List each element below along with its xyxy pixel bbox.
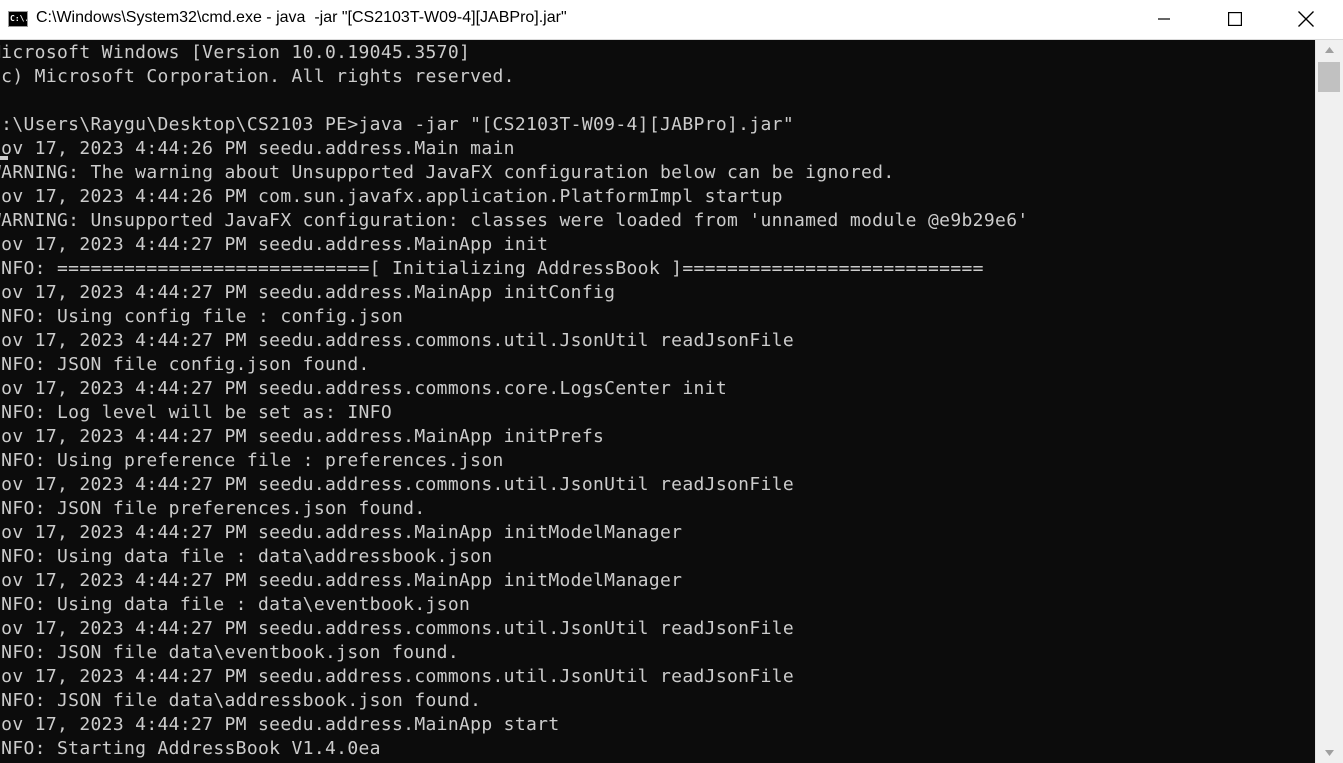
title-bar[interactable]: C:\. C:\Windows\System32\cmd.exe - java … [0, 0, 1343, 40]
console-line: (c) Microsoft Corporation. All rights re… [0, 66, 515, 87]
console-line: INFO: JSON file preferences.json found. [0, 498, 426, 519]
arrow-up-icon [1325, 47, 1334, 53]
close-button[interactable] [1283, 0, 1329, 38]
arrow-down-icon [1325, 750, 1334, 756]
console-line: WARNING: Unsupported JavaFX configuratio… [0, 210, 1029, 231]
scroll-up-button[interactable] [1316, 40, 1343, 60]
cmd-app-icon[interactable]: C:\. [8, 11, 28, 27]
maximize-icon [1228, 12, 1242, 26]
console-line: INFO: Log level will be set as: INFO [0, 402, 393, 423]
console-line: C:\Users\Raygu\Desktop\CS2103 PE>java -j… [0, 114, 795, 135]
console-line: Nov 17, 2023 4:44:27 PM seedu.address.Ma… [0, 426, 605, 447]
console-line: INFO: Using preference file : preference… [0, 450, 504, 471]
scroll-down-button[interactable] [1316, 743, 1343, 763]
console-output[interactable]: Microsoft Windows [Version 10.0.19045.35… [0, 40, 1315, 763]
console-line: Nov 17, 2023 4:44:27 PM seedu.address.co… [0, 666, 795, 687]
minimize-icon [1158, 18, 1170, 20]
console-line: INFO: JSON file data\eventbook.json foun… [0, 642, 460, 663]
vertical-scrollbar[interactable] [1315, 40, 1343, 763]
console-line: Microsoft Windows [Version 10.0.19045.35… [0, 42, 471, 63]
console-line: Nov 17, 2023 4:44:27 PM seedu.address.co… [0, 474, 795, 495]
console-line: Nov 17, 2023 4:44:27 PM seedu.address.Ma… [0, 282, 616, 303]
console-line: WARNING: The warning about Unsupported J… [0, 162, 895, 183]
console-line: Nov 17, 2023 4:44:27 PM seedu.address.Ma… [0, 714, 560, 735]
console-line: Nov 17, 2023 4:44:26 PM seedu.address.Ma… [0, 138, 515, 159]
scrollbar-thumb[interactable] [1318, 62, 1340, 92]
maximize-button[interactable] [1212, 0, 1258, 38]
console-line: INFO: Starting AddressBook V1.4.0ea [0, 738, 381, 759]
console-line: INFO: Using data file : data\addressbook… [0, 546, 493, 567]
minimize-button[interactable] [1141, 0, 1187, 38]
console-line: Nov 17, 2023 4:44:27 PM seedu.address.Ma… [0, 570, 683, 591]
cmd-window: C:\. C:\Windows\System32\cmd.exe - java … [0, 0, 1343, 763]
console-line: Nov 17, 2023 4:44:27 PM seedu.address.co… [0, 618, 795, 639]
console-line: INFO: JSON file data\addressbook.json fo… [0, 690, 482, 711]
window-title: C:\Windows\System32\cmd.exe - java -jar … [36, 9, 567, 26]
console-line: INFO: Using data file : data\eventbook.j… [0, 594, 471, 615]
console-line: Nov 17, 2023 4:44:27 PM seedu.address.co… [0, 378, 728, 399]
console-line: Nov 17, 2023 4:44:27 PM seedu.address.Ma… [0, 234, 549, 255]
close-icon [1298, 11, 1314, 27]
console-line: Nov 17, 2023 4:44:26 PM com.sun.javafx.a… [0, 186, 783, 207]
console-line: INFO: Using config file : config.json [0, 306, 404, 327]
console-line: Nov 17, 2023 4:44:27 PM seedu.address.co… [0, 330, 795, 351]
console-line: Nov 17, 2023 4:44:27 PM seedu.address.Ma… [0, 522, 683, 543]
console-line: INFO: ============================[ Init… [0, 258, 984, 279]
console-line: INFO: JSON file config.json found. [0, 354, 370, 375]
